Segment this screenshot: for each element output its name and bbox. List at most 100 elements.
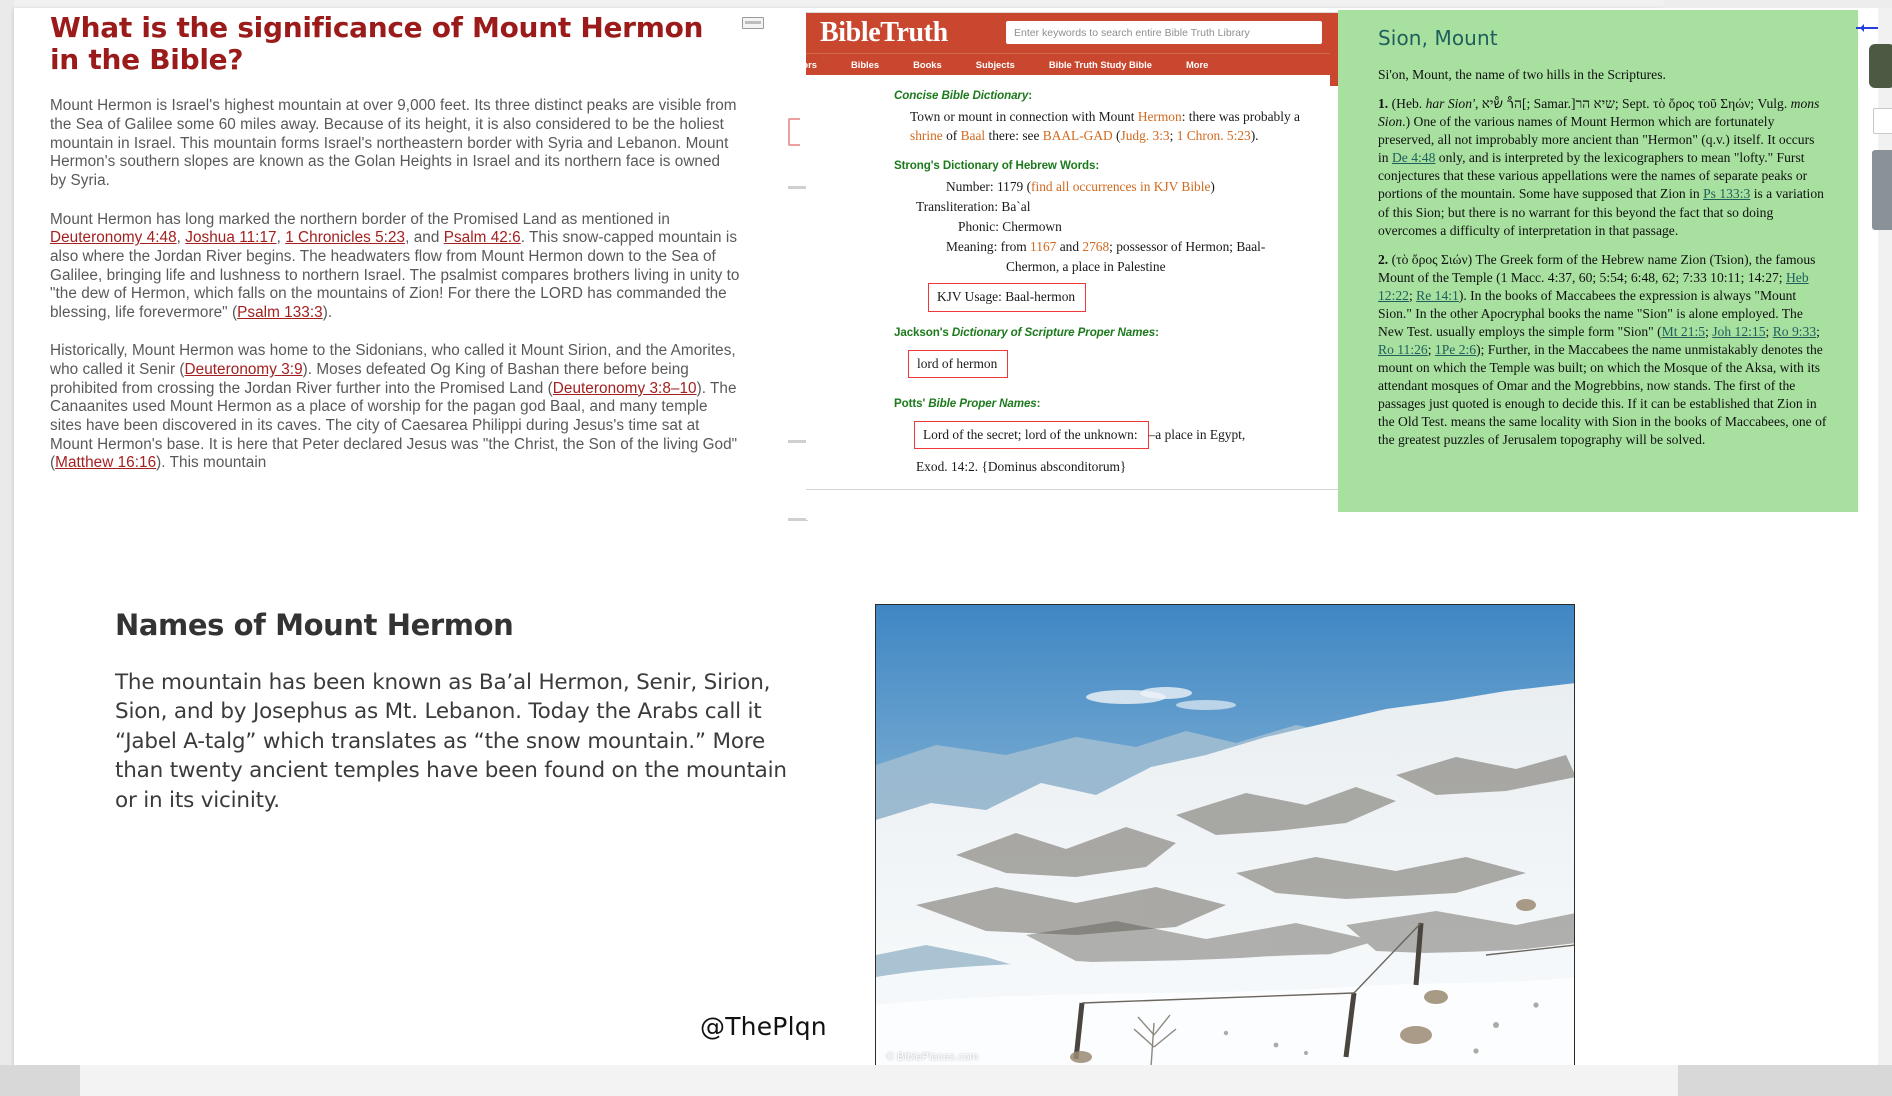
section-heading-jackson: Jackson's Dictionary of Scripture Proper… xyxy=(894,326,1340,339)
text-run: ). xyxy=(322,303,333,321)
section-heading-potts: Potts' Bible Proper Names: xyxy=(894,397,1340,410)
scripture-link[interactable]: Ro 9:33 xyxy=(1773,324,1816,339)
article-paragraph: Mount Hermon has long marked the norther… xyxy=(50,211,740,323)
window-minimize-icon[interactable] xyxy=(742,17,764,29)
scripture-link[interactable]: Joh 12:15 xyxy=(1712,324,1765,339)
sion-dictionary-panel: Sion, Mount Si'on, Mount, the name of tw… xyxy=(1338,10,1858,512)
scripture-link[interactable]: Re 14:1 xyxy=(1416,288,1459,303)
meaning-prefix: Meaning: from xyxy=(946,239,1031,255)
text-run: (Heb. xyxy=(1388,96,1426,112)
nav-item-subjects[interactable]: Subjects xyxy=(959,59,1032,70)
photo-credit: © BiblePlaces.com xyxy=(886,1051,979,1063)
annotation-dash-2 xyxy=(788,440,808,443)
kjv-usage-row: KJV Usage: Baal-hermon xyxy=(928,283,1340,312)
nav-item-books[interactable]: Books xyxy=(896,59,959,70)
annotation-dash-1 xyxy=(788,186,808,189)
brand-truth: Truth xyxy=(880,17,948,48)
text-run: (τὸ ὄρος Σιών) The Greek form of the Heb… xyxy=(1378,251,1816,285)
sion-intro: Si'on, Mount, the name of two hills in t… xyxy=(1378,67,1666,82)
dictionary-link[interactable]: shrine xyxy=(910,128,943,143)
annotation-dash-3 xyxy=(788,518,808,521)
strongs-ref-2768[interactable]: 2768 xyxy=(1082,239,1109,254)
kjv-usage-highlight: KJV Usage: Baal-hermon xyxy=(928,283,1087,312)
scripture-link[interactable]: Deuteronomy 3:8–10 xyxy=(553,380,697,397)
text-run: of xyxy=(942,128,961,144)
potts-row-2: Exod. 14:2. {Dominus absconditorum} xyxy=(916,458,1127,474)
edge-dark-button[interactable] xyxy=(1869,44,1892,88)
bottom-strip xyxy=(80,1065,1678,1096)
dictionary-link[interactable]: 1 Chron. 5:23 xyxy=(1177,128,1251,143)
text-run: har Sion' xyxy=(1425,96,1475,112)
potts-plain: Potts' xyxy=(894,396,929,410)
sunrise-icon xyxy=(806,20,814,46)
strongs-ref-1167[interactable]: 1167 xyxy=(1030,239,1056,254)
potts-italic: Bible Proper Names xyxy=(928,396,1037,410)
strongs-transliteration-row: Transliteration: Ba`al xyxy=(916,198,1031,214)
search-input[interactable]: Enter keywords to search entire Bible Tr… xyxy=(1006,21,1322,44)
dictionary-link[interactable]: Hermon xyxy=(1138,109,1182,124)
strongs-number-row: Number: 1179 (find all occurrences in KJ… xyxy=(946,177,1340,197)
strongs-number-label: Number: 1179 ( xyxy=(946,178,1032,194)
text-run: ). This mountain xyxy=(156,454,267,472)
nav-item-bibles[interactable]: Bibles xyxy=(834,59,896,70)
bottom-left-shadow xyxy=(0,1065,80,1096)
scripture-link[interactable]: Deuteronomy 3:9 xyxy=(185,361,303,378)
scripture-link[interactable]: Psalm 42:6 xyxy=(444,229,521,246)
concise-dictionary-body: Town or mount in connection with Mount H… xyxy=(910,107,1340,146)
jackson-italic: Dictionary of Scripture Proper Names xyxy=(951,325,1156,339)
bibletruth-navbar: AuthorsBiblesBooksSubjectsBible Truth St… xyxy=(806,53,1340,75)
nav-item-bible-truth-study-bible[interactable]: Bible Truth Study Bible xyxy=(1032,59,1169,70)
text-run: Mount Hermon has long marked the norther… xyxy=(50,210,670,228)
names-body: The mountain has been known as Ba’al Her… xyxy=(115,670,787,813)
edge-white-button[interactable] xyxy=(1873,108,1892,134)
scripture-link[interactable]: 1 Chronicles 5:23 xyxy=(285,229,405,246)
dictionary-link[interactable]: Judg. 3:3 xyxy=(1121,128,1170,143)
dictionary-link[interactable]: BAAL-GAD xyxy=(1043,128,1113,143)
dictionary-link[interactable]: Baal xyxy=(961,128,986,143)
top-right-gutter xyxy=(1664,0,1892,8)
text-run: , xyxy=(276,229,286,247)
annotation-bracket-left xyxy=(788,118,800,146)
scripture-link[interactable]: Joshua 11:17 xyxy=(185,229,276,246)
scripture-link[interactable]: Ro 11:26 xyxy=(1378,342,1428,357)
text-run: ; xyxy=(1765,324,1773,340)
scripture-link[interactable]: 1Pe 2:6 xyxy=(1435,342,1476,357)
potts-row: Lord of the secret; lord of the unknown:… xyxy=(900,417,1340,453)
strongs-meaning-row: Meaning: from 1167 and 2768; possessor o… xyxy=(946,237,1340,257)
article-body: Mount Hermon is Israel's highest mountai… xyxy=(50,97,740,473)
bibletruth-content: Concise Bible Dictionary: Town or mount … xyxy=(806,75,1340,520)
page-title: What is the significance of Mount Hermon… xyxy=(50,11,704,76)
meaning-suffix: ; possessor of Hermon; Baal- xyxy=(1109,239,1266,255)
strongs-number-close: ) xyxy=(1210,178,1215,194)
scripture-link[interactable]: Psalm 133:3 xyxy=(237,304,323,321)
edge-panel-handle[interactable] xyxy=(1872,150,1892,230)
text-run: Mount Hermon is Israel's highest mountai… xyxy=(50,97,737,189)
nav-item-more[interactable]: More xyxy=(1169,59,1225,70)
jackson-colon: : xyxy=(1155,325,1159,339)
names-section: Names of Mount Hermon The mountain has b… xyxy=(115,608,805,815)
scripture-link[interactable]: Matthew 16:16 xyxy=(55,454,156,471)
nav-item-authors[interactable]: Authors xyxy=(806,59,834,70)
sion-entry-2: 2. (τὸ ὄρος Σιών) The Greek form of the … xyxy=(1378,251,1828,450)
bibletruth-logo[interactable]: BibleTruth xyxy=(806,17,948,49)
brand-bible: Bible xyxy=(820,17,881,48)
photo-artwork xyxy=(876,605,1574,1071)
text-run: Town or mount in connection with Mount xyxy=(910,109,1138,124)
potts-colon: : xyxy=(1036,396,1041,410)
strongs-find-link[interactable]: find all occurrences in KJV Bible xyxy=(1031,179,1210,194)
scripture-link[interactable]: Deuteronomy 4:48 xyxy=(50,229,177,246)
bibletruth-header: BibleTruth Enter keywords to search enti… xyxy=(806,13,1340,53)
text-run: ; xyxy=(1427,342,1435,358)
meaning-and: and xyxy=(1056,239,1083,255)
text-run: 1. xyxy=(1378,96,1389,112)
screenshot-canvas: What is the significance of Mount Hermon… xyxy=(0,0,1892,1096)
scripture-link[interactable]: De 4:48 xyxy=(1392,150,1435,165)
strongs-meaning-row-2: Chermon, a place in Palestine xyxy=(1006,259,1166,275)
text-run: ; xyxy=(1169,128,1177,144)
article-paragraph: Historically, Mount Hermon was home to t… xyxy=(50,342,740,473)
scripture-link[interactable]: Ps 133:3 xyxy=(1703,186,1750,201)
sion-entry-1: 1. (Heb. har Sion', הרْ שْיא[; Samar.]שי… xyxy=(1378,95,1828,240)
mount-hermon-photo: © BiblePlaces.com xyxy=(875,604,1575,1072)
scripture-link[interactable]: Mt 21:5 xyxy=(1662,324,1705,339)
bibletruth-brand: BibleTruth xyxy=(820,17,948,49)
